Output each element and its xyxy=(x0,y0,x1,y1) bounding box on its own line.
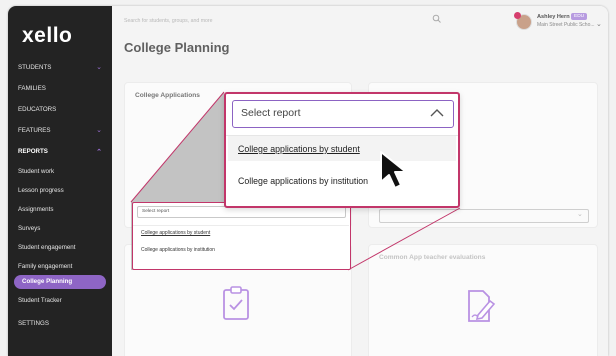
notification-dot xyxy=(514,12,521,19)
sidebar-item-family-engagement[interactable]: Family engagement xyxy=(8,257,112,277)
report-dropdown-small: Select report College applications by st… xyxy=(132,202,351,270)
sidebar-item-label: REPORTS xyxy=(18,148,48,155)
sidebar: xello STUDENTS ⌄ FAMILIES EDUCATORS FEAT… xyxy=(8,6,112,356)
chevron-down-icon: ⌄ xyxy=(577,211,583,218)
sidebar-item-label: Student work xyxy=(18,168,55,175)
sidebar-item-label: FEATURES xyxy=(18,127,51,134)
sidebar-item-college-planning[interactable]: College Planning xyxy=(14,275,106,289)
sidebar-item-label: Family engagement xyxy=(18,263,73,270)
sidebar-item-label: Student engagement xyxy=(18,244,76,251)
chevron-down-icon[interactable]: ⌄ xyxy=(596,20,602,28)
sidebar-item-student-work[interactable]: Student work xyxy=(8,162,112,182)
sidebar-item-educators[interactable]: EDUCATORS xyxy=(8,100,112,120)
sidebar-item-label: Assignments xyxy=(18,206,54,213)
app-window: xello STUDENTS ⌄ FAMILIES EDUCATORS FEAT… xyxy=(8,6,608,356)
chevron-up-icon xyxy=(430,109,444,117)
document-edit-icon xyxy=(468,290,496,322)
sidebar-item-label: FAMILIES xyxy=(18,85,46,92)
sidebar-item-features[interactable]: FEATURES ⌄ xyxy=(8,121,112,141)
card-title: College Applications xyxy=(135,92,200,99)
sidebar-item-reports[interactable]: REPORTS ⌃ xyxy=(8,142,112,162)
sidebar-item-label: SETTINGS xyxy=(18,320,49,327)
user-role-badge: EDU xyxy=(571,13,588,20)
screenshot-frame: xello STUDENTS ⌄ FAMILIES EDUCATORS FEAT… xyxy=(0,0,616,356)
sidebar-item-label: Student Tracker xyxy=(18,297,62,304)
sidebar-item-student-tracker[interactable]: Student Tracker xyxy=(8,291,112,311)
select-label: Select report xyxy=(241,107,301,119)
sidebar-item-assignments[interactable]: Assignments xyxy=(8,200,112,220)
chevron-down-icon: ⌄ xyxy=(96,64,102,71)
divider xyxy=(133,225,349,226)
report-select[interactable] xyxy=(379,209,589,223)
chevron-up-icon: ⌃ xyxy=(96,149,102,156)
sidebar-item-label: STUDENTS xyxy=(18,64,52,71)
sidebar-item-student-engagement[interactable]: Student engagement xyxy=(8,238,112,258)
option-by-institution-small[interactable]: College applications by institution xyxy=(141,247,215,253)
sidebar-item-settings[interactable]: SETTINGS xyxy=(8,314,112,334)
option-by-student-zoomed[interactable]: College applications by student xyxy=(238,144,360,154)
chevron-down-icon: ⌄ xyxy=(96,127,102,134)
mouse-cursor-icon xyxy=(380,151,407,189)
user-school: Main Street Public Scho... xyxy=(537,22,595,28)
page-title: College Planning xyxy=(124,40,230,55)
sidebar-item-families[interactable]: FAMILIES xyxy=(8,79,112,99)
report-dropdown-zoomed: Select report College applications by st… xyxy=(224,92,460,208)
sidebar-item-label: College Planning xyxy=(22,278,73,285)
search-icon[interactable] xyxy=(432,14,442,24)
search-input[interactable]: Search for students, groups, and more xyxy=(124,18,213,24)
option-by-institution-zoomed[interactable]: College applications by institution xyxy=(238,176,368,186)
sidebar-item-students[interactable]: STUDENTS ⌄ xyxy=(8,58,112,78)
user-name: Ashley Hern xyxy=(537,14,570,20)
sidebar-item-lesson-progress[interactable]: Lesson progress xyxy=(8,181,112,201)
select-report-zoomed[interactable]: Select report xyxy=(232,100,454,128)
option-by-student-small[interactable]: College applications by student xyxy=(141,230,210,236)
sidebar-item-label: Lesson progress xyxy=(18,187,64,194)
common-app-evaluations-card: Common App teacher evaluations xyxy=(368,244,598,356)
card-title: Common App teacher evaluations xyxy=(379,254,486,261)
sidebar-item-label: EDUCATORS xyxy=(18,106,57,113)
sidebar-item-label: Surveys xyxy=(18,225,41,232)
xello-logo: xello xyxy=(22,24,73,47)
sidebar-item-surveys[interactable]: Surveys xyxy=(8,219,112,239)
clipboard-check-icon xyxy=(223,286,249,320)
